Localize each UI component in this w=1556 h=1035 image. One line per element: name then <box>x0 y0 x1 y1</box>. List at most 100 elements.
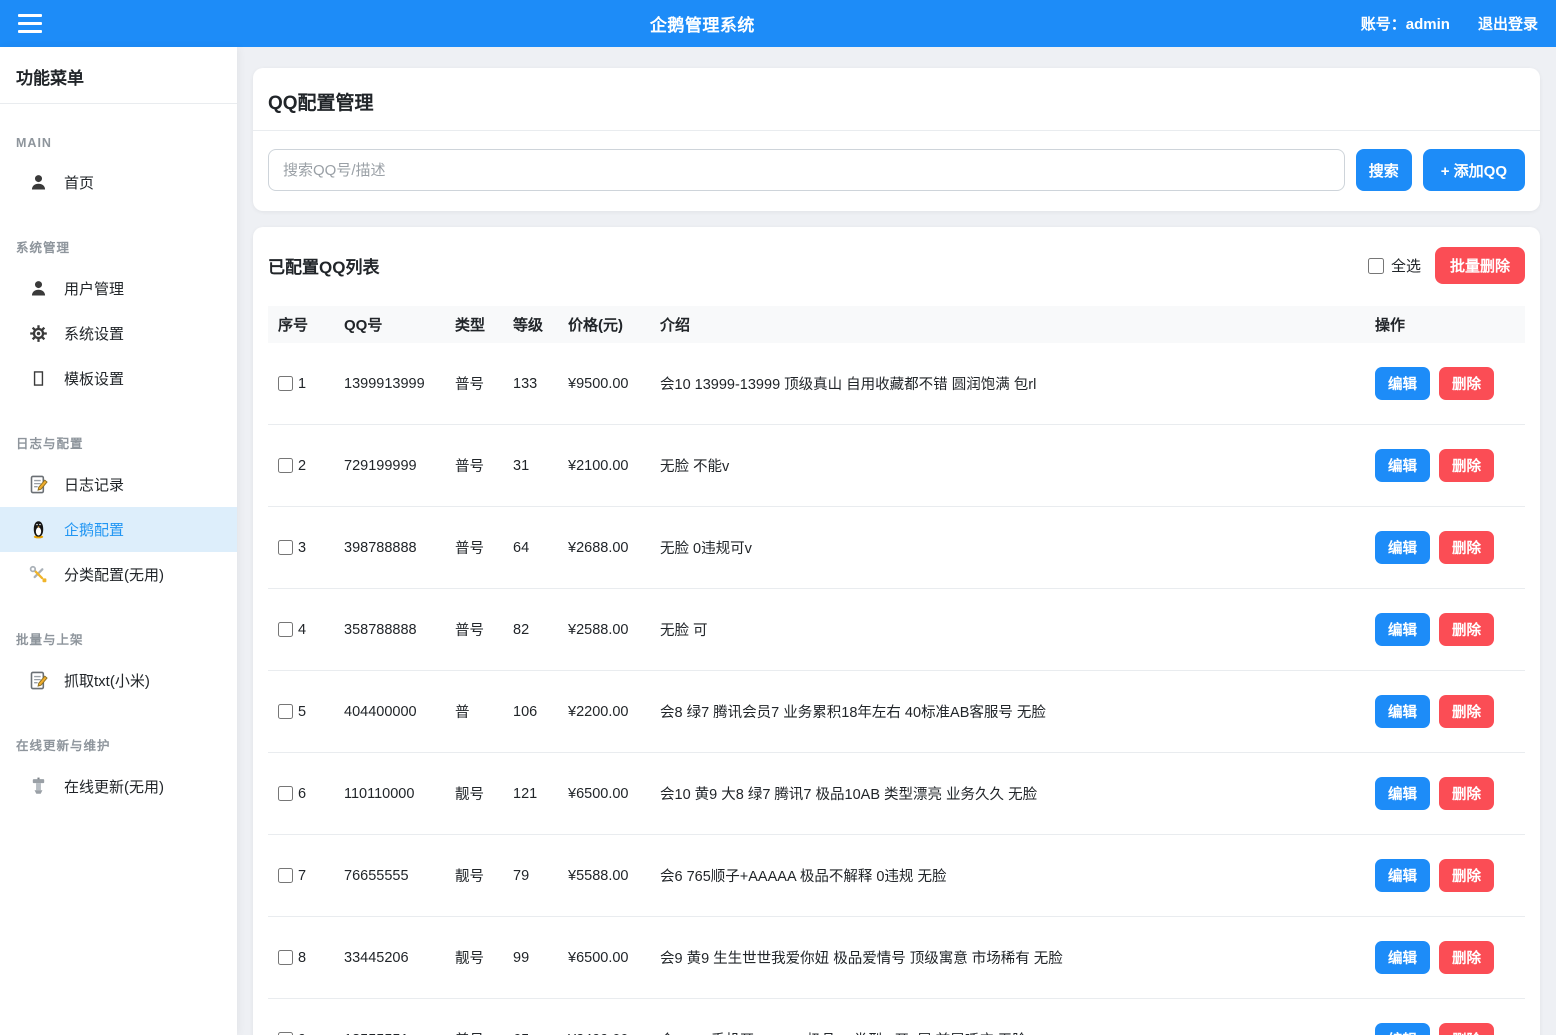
sidebar-section: 在线更新与维护在线更新(无用) <box>0 729 237 809</box>
sidebar: 功能菜单 MAIN首页系统管理用户管理系统设置模板设置日志与配置日志记录企鹅配置… <box>0 47 237 1035</box>
sidebar-divider <box>0 103 237 104</box>
sidebar-item-label: 用户管理 <box>64 278 124 299</box>
row-intro: 会8 绿7 腾讯会员7 业务累积18年左右 40标准AB客服号 无脸 <box>650 671 1365 753</box>
row-level: 65 <box>503 999 558 1035</box>
delete-button[interactable]: 删除 <box>1439 941 1494 974</box>
row-qq-number: 18555551 <box>334 999 445 1035</box>
sidebar-item-tools-2-2[interactable]: 分类配置(无用) <box>0 552 237 597</box>
delete-button[interactable]: 删除 <box>1439 695 1494 728</box>
sidebar-item-user-1-0[interactable]: 用户管理 <box>0 266 237 311</box>
row-qq-number: 729199999 <box>334 425 445 507</box>
row-checkbox[interactable] <box>278 540 293 555</box>
row-intro: 无脸 不能v <box>650 425 1365 507</box>
account-label: 账号：admin <box>1361 13 1450 34</box>
main-content: QQ配置管理 搜索 + 添加QQ 已配置QQ列表 全选 批量删除 <box>237 47 1556 1035</box>
edit-button[interactable]: 编辑 <box>1375 859 1430 892</box>
delete-button[interactable]: 删除 <box>1439 859 1494 892</box>
table-row: 11399913999普号133¥9500.00会10 13999-13999 … <box>268 343 1525 425</box>
row-checkbox[interactable] <box>278 786 293 801</box>
sidebar-item-user-0-0[interactable]: 首页 <box>0 160 237 205</box>
row-intro: 会6 765顺子+AAAAA 极品不解释 0违规 无脸 <box>650 835 1365 917</box>
sidebar-item-label: 企鹅配置 <box>64 519 124 540</box>
sidebar-item-gear-1-1[interactable]: 系统设置 <box>0 311 237 356</box>
edit-button[interactable]: 编辑 <box>1375 367 1430 400</box>
logout-link[interactable]: 退出登录 <box>1478 13 1538 34</box>
row-intro: 会9 黄9 生生世世我爱你妞 极品爱情号 顶级寓意 市场稀有 无脸 <box>650 917 1365 999</box>
row-type: 普号 <box>445 507 503 589</box>
col-header-type: 类型 <box>445 306 503 343</box>
row-checkbox[interactable] <box>278 704 293 719</box>
delete-button[interactable]: 删除 <box>1439 1023 1494 1035</box>
row-checkbox[interactable] <box>278 622 293 637</box>
delete-button[interactable]: 删除 <box>1439 777 1494 810</box>
memo-icon <box>28 670 49 691</box>
sidebar-item-label: 分类配置(无用) <box>64 564 164 585</box>
table-row: 776655555靓号79¥5588.00会6 765顺子+AAAAA 极品不解… <box>268 835 1525 917</box>
sidebar-item-clamp-4-0[interactable]: 在线更新(无用) <box>0 764 237 809</box>
delete-button[interactable]: 删除 <box>1439 531 1494 564</box>
row-type: 普 <box>445 671 503 753</box>
row-index: 5 <box>298 704 306 720</box>
bulk-delete-button[interactable]: 批量删除 <box>1435 247 1525 284</box>
edit-button[interactable]: 编辑 <box>1375 695 1430 728</box>
hamburger-menu-icon[interactable] <box>18 14 44 33</box>
sidebar-section-label: 批量与上架 <box>0 623 237 658</box>
row-level: 133 <box>503 343 558 425</box>
row-level: 106 <box>503 671 558 753</box>
select-all-checkbox[interactable] <box>1368 258 1384 274</box>
delete-button[interactable]: 删除 <box>1439 449 1494 482</box>
config-card-title: QQ配置管理 <box>268 88 1525 115</box>
edit-button[interactable]: 编辑 <box>1375 613 1430 646</box>
gear-icon <box>28 323 49 344</box>
search-button[interactable]: 搜索 <box>1356 149 1412 191</box>
row-index: 1 <box>298 376 306 392</box>
row-type: 普号 <box>445 343 503 425</box>
row-level: 64 <box>503 507 558 589</box>
row-index: 8 <box>298 950 306 966</box>
row-level: 79 <box>503 835 558 917</box>
row-type: 靓号 <box>445 917 503 999</box>
add-qq-button[interactable]: + 添加QQ <box>1423 149 1525 191</box>
sidebar-item-memo-3-0[interactable]: 抓取txt(小米) <box>0 658 237 703</box>
row-intro: 会5 185手机开 AAAAA极品5A类型 1开1尾 首尾呼应 无脸 <box>650 999 1365 1035</box>
row-intro: 无脸 可 <box>650 589 1365 671</box>
edit-button[interactable]: 编辑 <box>1375 449 1430 482</box>
row-checkbox[interactable] <box>278 376 293 391</box>
sidebar-item-penguin-2-1[interactable]: 企鹅配置 <box>0 507 237 552</box>
edit-button[interactable]: 编辑 <box>1375 1023 1430 1035</box>
sidebar-item-template-1-2[interactable]: 模板设置 <box>0 356 237 401</box>
select-all-control[interactable]: 全选 <box>1368 255 1421 276</box>
row-index: 6 <box>298 786 306 802</box>
select-all-label: 全选 <box>1391 255 1421 276</box>
row-intro: 无脸 0违规可v <box>650 507 1365 589</box>
table-row: 833445206靓号99¥6500.00会9 黄9 生生世世我爱你妞 极品爱情… <box>268 917 1525 999</box>
row-level: 99 <box>503 917 558 999</box>
sidebar-item-label: 日志记录 <box>64 474 124 495</box>
row-qq-number: 358788888 <box>334 589 445 671</box>
qq-table: 序号 QQ号 类型 等级 价格(元) 介绍 操作 11399913999普号13… <box>268 306 1525 1035</box>
row-qq-number: 76655555 <box>334 835 445 917</box>
row-qq-number: 404400000 <box>334 671 445 753</box>
row-index: 4 <box>298 622 306 638</box>
search-input[interactable] <box>268 149 1345 191</box>
row-price: ¥6500.00 <box>558 753 650 835</box>
edit-button[interactable]: 编辑 <box>1375 941 1430 974</box>
row-index: 3 <box>298 540 306 556</box>
delete-button[interactable]: 删除 <box>1439 367 1494 400</box>
sidebar-item-memo-2-0[interactable]: 日志记录 <box>0 462 237 507</box>
row-qq-number: 33445206 <box>334 917 445 999</box>
sidebar-menu: MAIN首页系统管理用户管理系统设置模板设置日志与配置日志记录企鹅配置分类配置(… <box>0 130 237 809</box>
row-qq-number: 110110000 <box>334 753 445 835</box>
sidebar-item-label: 模板设置 <box>64 368 124 389</box>
list-card-title: 已配置QQ列表 <box>268 253 379 278</box>
row-checkbox[interactable] <box>278 950 293 965</box>
edit-button[interactable]: 编辑 <box>1375 531 1430 564</box>
delete-button[interactable]: 删除 <box>1439 613 1494 646</box>
row-checkbox[interactable] <box>278 868 293 883</box>
row-checkbox[interactable] <box>278 458 293 473</box>
sidebar-section: 日志与配置日志记录企鹅配置分类配置(无用) <box>0 427 237 597</box>
col-header-price: 价格(元) <box>558 306 650 343</box>
row-type: 普号 <box>445 589 503 671</box>
row-index: 2 <box>298 458 306 474</box>
edit-button[interactable]: 编辑 <box>1375 777 1430 810</box>
